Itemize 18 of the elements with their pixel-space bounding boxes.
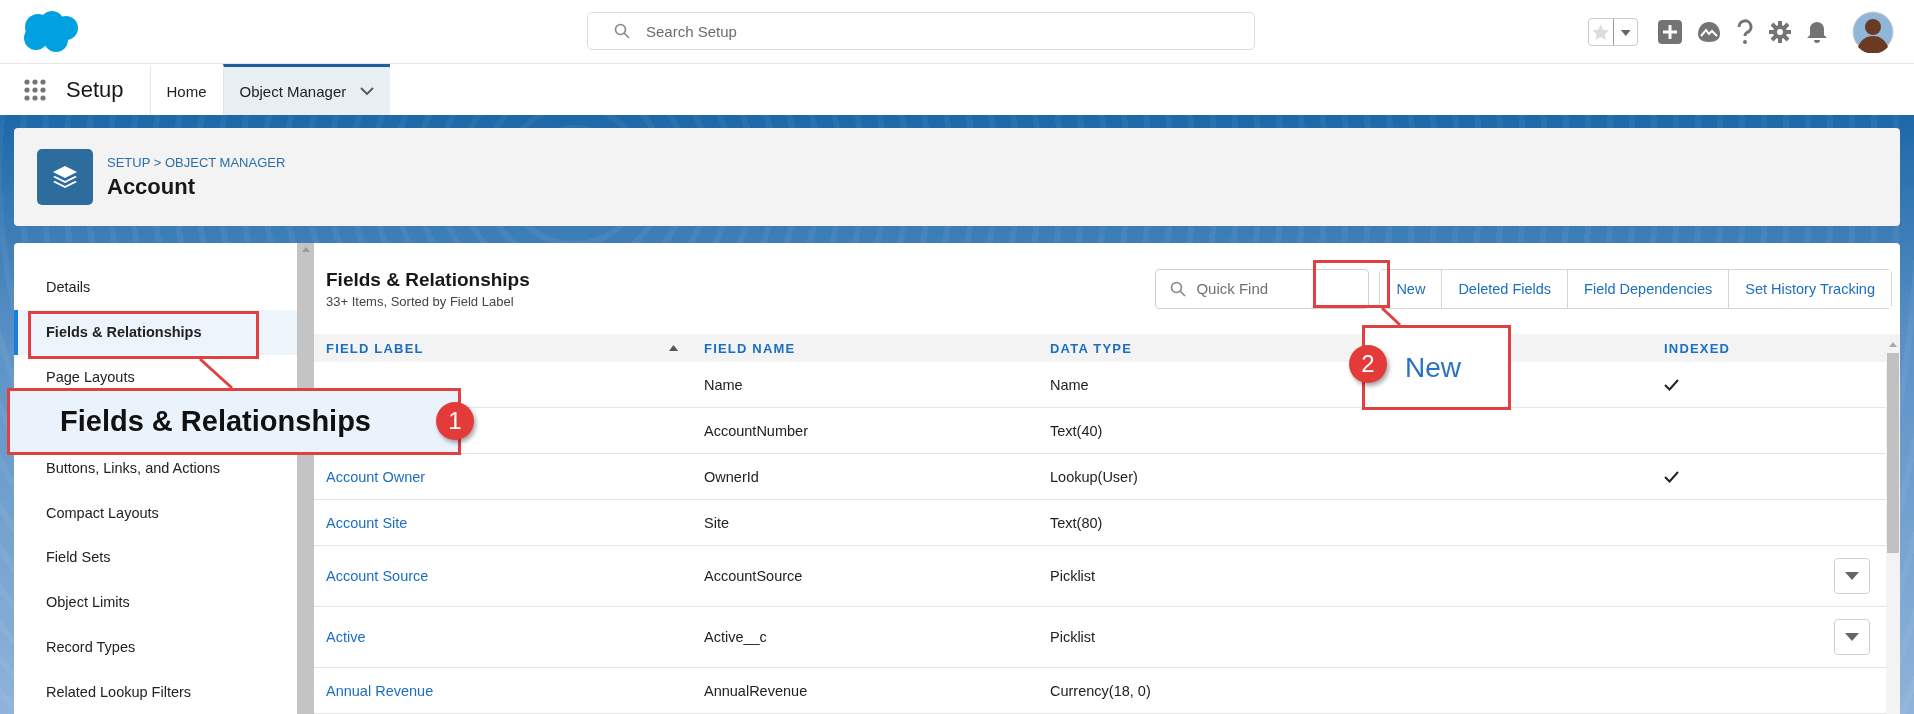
section-title: Fields & Relationships [326, 268, 530, 291]
table-cell: Text(40) [1050, 422, 1103, 439]
table-cell: Active__c [704, 629, 767, 645]
table-cell: OwnerId [704, 468, 759, 485]
table-cell: Picklist [1050, 629, 1096, 645]
page-title: Account [107, 173, 196, 200]
table-cell: Picklist [1050, 568, 1096, 584]
table-cell: AccountSource [704, 568, 803, 584]
table-cell: Currency(18, 0) [1050, 682, 1151, 699]
table-cell: Name [1050, 376, 1089, 393]
table-cell: AccountNumber [704, 422, 808, 439]
app-title: Setup [66, 76, 124, 103]
table-cell: Lookup(User) [1050, 468, 1138, 485]
table-cell: Text(80) [1050, 514, 1103, 531]
section-subtitle: 33+ Items, Sorted by Field Label [326, 293, 515, 309]
table-cell: Site [704, 514, 729, 531]
table-cell: AnnualRevenue [704, 682, 808, 699]
table-cell: Name [704, 376, 743, 393]
